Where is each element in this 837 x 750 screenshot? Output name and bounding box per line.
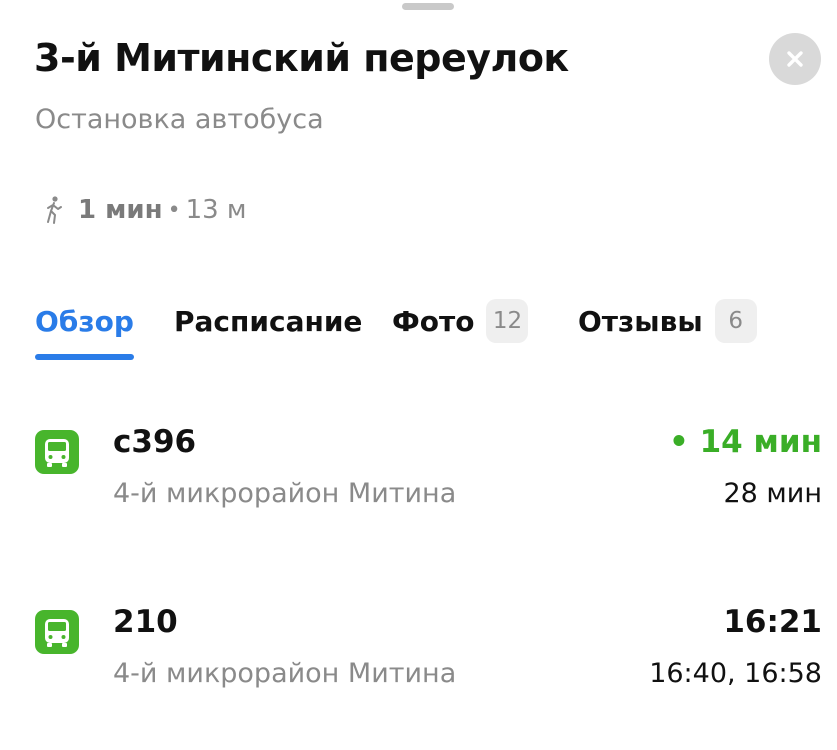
route-row[interactable]: с396 4-й микрорайон Митина • 14 мин 28 м… [0,424,837,524]
tab-bar: Обзор Расписание Фото 12 Отзывы 6 [35,292,825,364]
tab-reviews-label: Отзывы [578,304,703,338]
reviews-count-badge: 6 [714,299,757,343]
walk-distance: 13 м [185,195,247,225]
route-destination: 4-й микрорайон Митина [113,478,457,509]
route-number: 210 [113,604,178,640]
route-number: с396 [113,424,197,460]
close-button[interactable] [769,33,821,85]
route-destination: 4-й микрорайон Митина [113,658,457,689]
drag-handle[interactable] [402,3,454,10]
following-arrival: 28 мин [723,478,822,509]
stop-card: 3-й Митинский переулок Остановка автобус… [0,0,837,750]
tab-photos[interactable]: Фото 12 [392,292,529,350]
tab-photos-label: Фото [392,304,475,338]
photos-count-badge: 12 [486,299,529,343]
bus-icon [35,610,79,654]
tab-schedule-label: Расписание [174,304,363,338]
close-icon [787,51,803,67]
next-arrival-time: 16:21 [723,604,822,640]
active-tab-indicator [35,354,134,360]
walking-distance: 1 мин • 13 м [42,195,247,225]
stop-title: 3-й Митинский переулок [34,36,569,80]
route-row[interactable]: 210 4-й микрорайон Митина 16:21 16:40, 1… [0,604,837,704]
stop-type: Остановка автобуса [35,104,324,135]
tab-overview[interactable]: Обзор [35,292,134,360]
following-arrivals: 16:40, 16:58 [649,658,822,689]
walking-person-icon [42,195,66,225]
walk-time: 1 мин [78,195,163,225]
tab-schedule[interactable]: Расписание [174,292,362,350]
tab-overview-label: Обзор [35,304,134,338]
tab-reviews[interactable]: Отзывы 6 [578,292,757,350]
next-arrival-live: • 14 мин [668,424,822,460]
bus-icon [35,430,79,474]
walk-separator: • [167,197,181,223]
